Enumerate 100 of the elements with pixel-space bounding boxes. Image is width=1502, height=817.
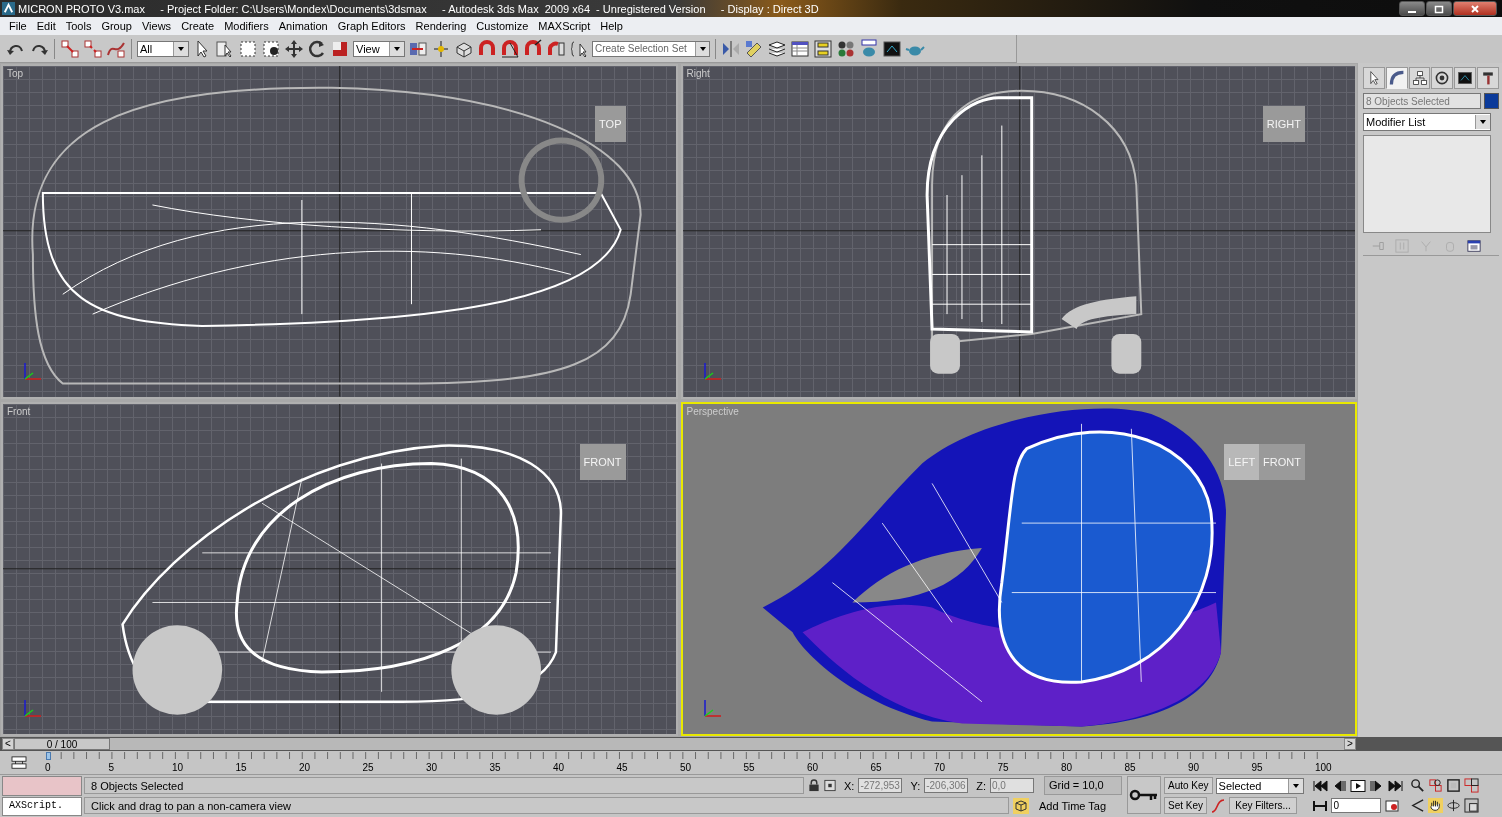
menu-item[interactable]: Rendering xyxy=(410,20,472,32)
selection-filter-dropdown[interactable]: All xyxy=(137,40,189,57)
menu-item[interactable]: Create xyxy=(176,20,220,32)
close-button[interactable] xyxy=(1453,1,1497,16)
link-icon[interactable] xyxy=(60,38,80,59)
menu-item[interactable]: Tools xyxy=(60,20,97,32)
viewport[interactable]: Front FRONT xyxy=(1,401,678,736)
panel-tab[interactable] xyxy=(1408,67,1431,89)
absolute-mode-icon[interactable] xyxy=(824,779,836,792)
lock-icon[interactable] xyxy=(808,779,820,792)
align-icon[interactable] xyxy=(744,38,764,59)
spreadsheet-icon[interactable] xyxy=(790,38,810,59)
menu-item[interactable]: MAXScript xyxy=(533,20,596,32)
viewport-label[interactable]: Right xyxy=(686,68,710,79)
go-to-start-icon[interactable] xyxy=(1311,779,1328,792)
dashed-square-icon[interactable] xyxy=(238,38,258,59)
schematic-icon[interactable] xyxy=(813,38,833,59)
panel-tab[interactable] xyxy=(1454,67,1477,89)
minimize-button[interactable] xyxy=(1399,1,1425,16)
maximize-viewport-icon[interactable] xyxy=(1463,798,1479,813)
panel-tab[interactable] xyxy=(1431,67,1454,89)
rotate-icon[interactable] xyxy=(307,38,327,59)
time-configuration-icon[interactable] xyxy=(1383,799,1400,812)
viewport-label[interactable]: Front xyxy=(7,405,31,417)
frame-number: 15 xyxy=(235,762,247,773)
play-icon[interactable] xyxy=(1349,779,1366,792)
list-cursor-icon[interactable] xyxy=(215,38,235,59)
menu-item[interactable]: Views xyxy=(136,20,177,32)
key-mode-toggle-icon[interactable] xyxy=(1311,799,1328,812)
maximize-button[interactable] xyxy=(1426,1,1452,16)
object-color-swatch[interactable] xyxy=(1484,93,1499,109)
viewport-label[interactable]: Top xyxy=(7,68,24,79)
panel-tab[interactable] xyxy=(1385,67,1408,89)
menu-item[interactable]: Help xyxy=(595,20,628,32)
menu-item[interactable]: Graph Editors xyxy=(332,20,411,32)
window-crossing-icon[interactable] xyxy=(261,38,281,59)
menu-item[interactable]: Group xyxy=(96,20,137,32)
frame-number: 30 xyxy=(426,762,438,773)
x-coordinate-field[interactable]: -272,953 xyxy=(858,778,903,793)
frame-number: 95 xyxy=(1251,762,1263,773)
frame-number: 25 xyxy=(362,762,374,773)
listener-output-field[interactable] xyxy=(2,776,82,796)
tangent-icon[interactable] xyxy=(1210,797,1227,814)
configure-icon[interactable] xyxy=(1467,239,1481,253)
go-to-end-icon[interactable] xyxy=(1387,779,1404,792)
move-icon[interactable] xyxy=(284,38,304,59)
key-icon xyxy=(1129,789,1159,801)
orbit-icon[interactable] xyxy=(1445,798,1461,813)
set-key-button[interactable]: Set Key xyxy=(1164,797,1208,814)
unlink-icon[interactable] xyxy=(83,38,103,59)
previous-frame-button[interactable]: < xyxy=(2,738,14,750)
object-name-field[interactable]: 8 Objects Selected xyxy=(1363,93,1481,109)
zoom-extents-icon[interactable] xyxy=(1445,778,1461,793)
viewport[interactable]: Top TOP xyxy=(1,64,678,399)
angle-magnet-icon[interactable] xyxy=(500,38,520,59)
cube-icon[interactable] xyxy=(1013,797,1029,814)
menu-item[interactable]: Edit xyxy=(31,20,61,32)
key-mode-dropdown[interactable]: Selected xyxy=(1215,777,1304,794)
zoom-all-icon[interactable] xyxy=(1427,778,1443,793)
key-filters-button[interactable]: Key Filters... xyxy=(1229,797,1298,814)
frame-number: 50 xyxy=(680,762,692,773)
viewport[interactable]: Right RIGHT xyxy=(680,64,1357,399)
maximize-icon xyxy=(1434,3,1444,14)
prompt-text: Click and drag to pan a non-camera view xyxy=(84,797,1009,814)
frame-number: 45 xyxy=(616,762,628,773)
menu-item[interactable]: Animation xyxy=(273,20,333,32)
monitor-icon[interactable] xyxy=(882,38,902,59)
pan-hand-icon[interactable] xyxy=(1427,798,1443,813)
mirror-icon[interactable] xyxy=(721,38,741,59)
panel-tab[interactable] xyxy=(1477,67,1499,89)
current-frame-field[interactable]: 0 xyxy=(1330,798,1381,813)
field-of-view-icon[interactable] xyxy=(1409,798,1425,813)
curve-icon xyxy=(1388,70,1405,86)
modifier-list-dropdown[interactable]: Modifier List xyxy=(1363,113,1491,131)
menu-item[interactable]: File xyxy=(4,20,32,32)
zoom-extents-all-icon[interactable] xyxy=(1463,778,1479,793)
time-slider-thumb[interactable]: 0 / 100 xyxy=(14,738,110,750)
frame-number: 70 xyxy=(934,762,946,773)
modifier-stack-list[interactable] xyxy=(1363,135,1491,233)
set-keys-button[interactable] xyxy=(1127,776,1161,814)
frame-number: 100 xyxy=(1315,762,1332,773)
named-selection-dropdown[interactable]: Create Selection Set xyxy=(592,40,710,57)
menu-item[interactable]: Customize xyxy=(471,20,534,32)
zoom-icon[interactable] xyxy=(1409,778,1425,793)
listener-input-field[interactable]: AXScript. xyxy=(2,796,82,816)
auto-key-button[interactable]: Auto Key xyxy=(1164,777,1213,794)
frame-number: 5 xyxy=(108,762,115,773)
z-coordinate-field[interactable]: 0,0 xyxy=(990,778,1034,793)
reference-coordinate-dropdown[interactable]: View xyxy=(353,40,405,57)
braces-cursor-icon[interactable] xyxy=(569,38,589,59)
layers-icon[interactable] xyxy=(767,38,787,59)
next-frame-button[interactable]: > xyxy=(1344,738,1356,750)
curve-editor-icon[interactable] xyxy=(10,755,28,770)
app-logo-icon xyxy=(2,2,15,15)
teapot-window-icon[interactable] xyxy=(859,38,879,59)
close-icon xyxy=(1470,3,1480,14)
y-coordinate-field[interactable]: -206,306 xyxy=(924,778,969,793)
menu-item[interactable]: Modifiers xyxy=(219,20,274,32)
time-slider[interactable]: < 0 / 100 > xyxy=(2,738,1356,750)
add-time-tag-button[interactable]: Add Time Tag xyxy=(1033,799,1115,812)
